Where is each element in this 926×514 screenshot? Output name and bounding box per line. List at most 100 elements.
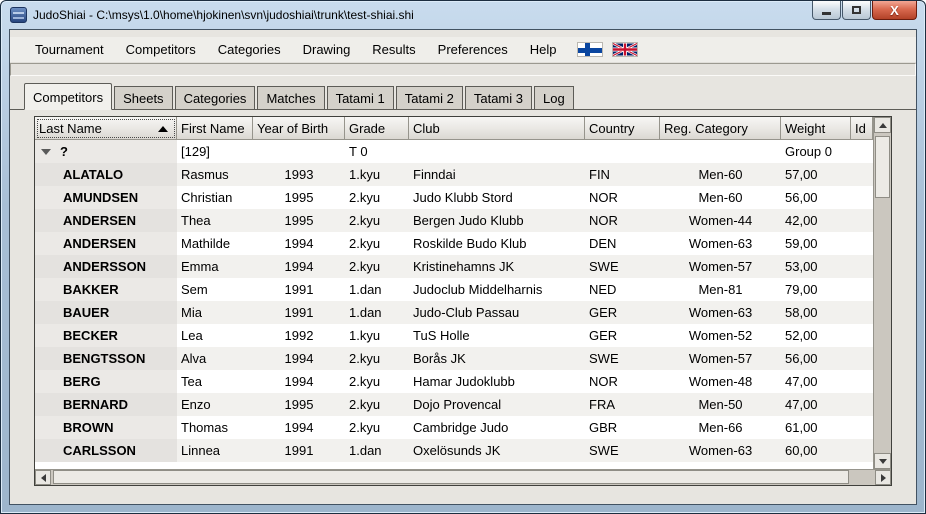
tab-matches[interactable]: Matches [257, 86, 324, 109]
table-row[interactable]: BERGTea19942.kyuHamar JudoklubbNORWomen-… [35, 370, 873, 393]
arrow-left-icon [41, 474, 46, 482]
tab-tatami-2[interactable]: Tatami 2 [396, 86, 463, 109]
cell-country: GER [585, 324, 660, 347]
close-button[interactable]: X [872, 1, 917, 20]
table-row[interactable]: BAKKERSem19911.danJudoclub MiddelharnisN… [35, 278, 873, 301]
cell-country: FIN [585, 163, 660, 186]
scroll-up-button[interactable] [874, 117, 891, 133]
table-row[interactable]: BAUERMia19911.danJudo-Club PassauGERWome… [35, 301, 873, 324]
column-header-year-of-birth[interactable]: Year of Birth [253, 117, 345, 140]
close-icon: X [890, 3, 899, 18]
cell-grade: 1.dan [345, 278, 409, 301]
menu-drawing[interactable]: Drawing [292, 38, 362, 61]
cell-grade: 2.kyu [345, 416, 409, 439]
vertical-scrollbar[interactable] [873, 117, 891, 469]
menu-results[interactable]: Results [361, 38, 426, 61]
cell-year: 1994 [253, 232, 345, 255]
cell-id [851, 301, 873, 324]
cell-id [851, 347, 873, 370]
cell-id [851, 370, 873, 393]
table-row[interactable]: ANDERSENThea19952.kyuBergen Judo KlubbNO… [35, 209, 873, 232]
column-header-first-name[interactable]: First Name [177, 117, 253, 140]
menu-categories[interactable]: Categories [207, 38, 292, 61]
vertical-scroll-track[interactable] [874, 133, 891, 453]
column-header-weight[interactable]: Weight [781, 117, 851, 140]
table-row[interactable]: AMUNDSENChristian19952.kyuJudo Klubb Sto… [35, 186, 873, 209]
horizontal-scrollbar[interactable] [35, 469, 891, 485]
cell-category: Women-44 [660, 209, 781, 232]
arrow-down-icon [879, 459, 887, 464]
table-row[interactable]: BENGTSSONAlva19942.kyuBorås JKSWEWomen-5… [35, 347, 873, 370]
cell-first: Mathilde [177, 232, 253, 255]
expander-icon[interactable] [41, 149, 51, 155]
tab-competitors[interactable]: Competitors [24, 83, 112, 110]
tab-categories[interactable]: Categories [175, 86, 256, 109]
cell-year: 1994 [253, 255, 345, 278]
cell-weight: 61,00 [781, 416, 851, 439]
group-cell-last: ? [35, 140, 177, 163]
cell-last: AMUNDSEN [35, 186, 177, 209]
table-row[interactable]: BROWNThomas19942.kyuCambridge JudoGBRMen… [35, 416, 873, 439]
table-row[interactable]: ANDERSENMathilde19942.kyuRoskilde Budo K… [35, 232, 873, 255]
cell-category: Women-63 [660, 232, 781, 255]
arrow-right-icon [881, 474, 886, 482]
table-row[interactable]: BERNARDEnzo19952.kyuDojo ProvencalFRAMen… [35, 393, 873, 416]
column-header-country[interactable]: Country [585, 117, 660, 140]
cell-country: NED [585, 278, 660, 301]
table-row[interactable]: ALATALORasmus19931.kyuFinndaiFINMen-6057… [35, 163, 873, 186]
menu-competitors[interactable]: Competitors [115, 38, 207, 61]
cell-year: 1991 [253, 278, 345, 301]
competitors-table: Last NameFirst NameYear of BirthGradeClu… [34, 116, 892, 486]
cell-weight: 56,00 [781, 347, 851, 370]
cell-grade: 2.kyu [345, 209, 409, 232]
horizontal-scroll-thumb[interactable] [53, 470, 849, 484]
finnish-flag-icon[interactable] [577, 42, 603, 57]
column-header-club[interactable]: Club [409, 117, 585, 140]
cell-club: Cambridge Judo [409, 416, 585, 439]
tab-log[interactable]: Log [534, 86, 574, 109]
app-icon [10, 7, 27, 23]
british-flag-icon[interactable] [612, 42, 638, 57]
group-row[interactable]: ?[129]T 0Group 0 [35, 140, 873, 163]
cell-grade: 1.kyu [345, 324, 409, 347]
table-row[interactable]: ANDERSSONEmma19942.kyuKristinehamns JKSW… [35, 255, 873, 278]
maximize-button[interactable] [842, 1, 871, 20]
cell-grade: 1.dan [345, 439, 409, 462]
column-header-reg-category[interactable]: Reg. Category [660, 117, 781, 140]
cell-first: Sem [177, 278, 253, 301]
cell-category: Women-57 [660, 255, 781, 278]
cell-grade: 2.kyu [345, 370, 409, 393]
horizontal-scroll-track[interactable] [51, 470, 875, 485]
cell-weight: 57,00 [781, 163, 851, 186]
column-header-grade[interactable]: Grade [345, 117, 409, 140]
group-cell-category [660, 140, 781, 163]
vertical-scroll-thumb[interactable] [875, 136, 890, 198]
group-cell-first: [129] [177, 140, 253, 163]
menu-tournament[interactable]: Tournament [24, 38, 115, 61]
menu-preferences[interactable]: Preferences [427, 38, 519, 61]
column-header-last-name[interactable]: Last Name [35, 117, 177, 140]
menu-help[interactable]: Help [519, 38, 568, 61]
tab-sheets[interactable]: Sheets [114, 86, 172, 109]
cell-last: BERG [35, 370, 177, 393]
minimize-button[interactable] [812, 1, 841, 20]
arrow-up-icon [879, 123, 887, 128]
tab-tatami-1[interactable]: Tatami 1 [327, 86, 394, 109]
tab-tatami-3[interactable]: Tatami 3 [465, 86, 532, 109]
cell-last: ANDERSSON [35, 255, 177, 278]
title-bar[interactable]: JudoShiai - C:\msys\1.0\home\hjokinen\sv… [1, 1, 925, 29]
scroll-left-button[interactable] [35, 470, 51, 485]
cell-weight: 47,00 [781, 393, 851, 416]
cell-id [851, 393, 873, 416]
scroll-right-button[interactable] [875, 470, 891, 485]
cell-first: Tea [177, 370, 253, 393]
scroll-down-button[interactable] [874, 453, 891, 469]
column-header-id[interactable]: Id [851, 117, 873, 140]
cell-weight: 52,00 [781, 324, 851, 347]
cell-first: Enzo [177, 393, 253, 416]
table-row[interactable]: CARLSSONLinnea19911.danOxelösunds JKSWEW… [35, 439, 873, 462]
table-row[interactable]: BECKERLea19921.kyuTuS HolleGERWomen-5252… [35, 324, 873, 347]
cell-id [851, 278, 873, 301]
cell-weight: 59,00 [781, 232, 851, 255]
cell-year: 1995 [253, 393, 345, 416]
